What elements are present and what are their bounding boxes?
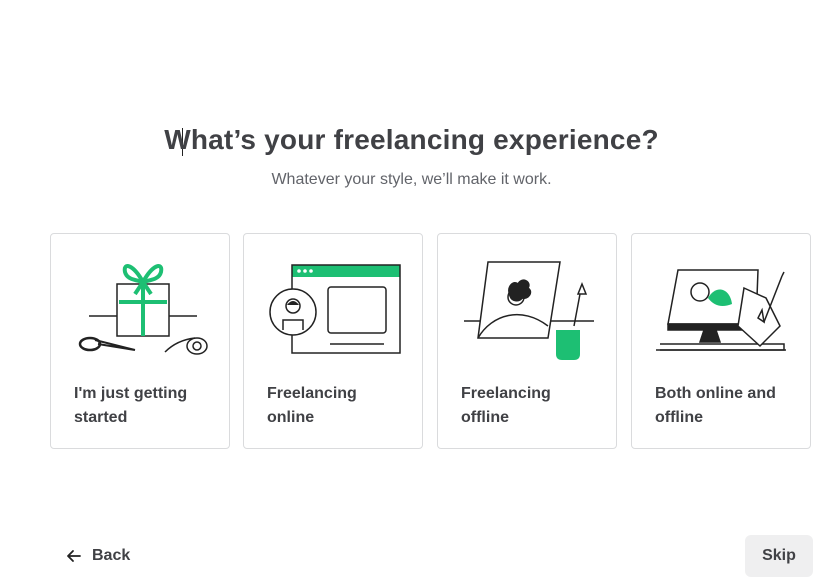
skip-button[interactable]: Skip <box>745 535 813 577</box>
page-subtitle: Whatever your style, we’ll make it work. <box>271 171 552 188</box>
option-label: Freelancing online <box>267 385 357 426</box>
online-profile-icon <box>269 264 401 354</box>
easel-painting-icon <box>464 261 594 360</box>
back-button[interactable]: Back <box>66 544 130 568</box>
option-label: Both online and offline <box>655 385 776 426</box>
option-card-getting-started[interactable]: I'm just getting started <box>50 233 230 449</box>
option-label: I'm just getting started <box>74 385 188 426</box>
arrow-left-icon <box>67 550 81 562</box>
back-label: Back <box>92 547 131 564</box>
monitor-and-sketch-icon <box>656 269 786 351</box>
page-title: What’s your freelancing experience? <box>164 124 659 155</box>
option-label: Freelancing offline <box>461 385 551 426</box>
gift-icon <box>78 264 208 355</box>
option-card-offline[interactable]: Freelancing offline <box>437 233 617 449</box>
skip-label: Skip <box>762 547 796 564</box>
option-card-both[interactable]: Both online and offline <box>631 233 811 449</box>
option-card-online[interactable]: Freelancing online <box>243 233 423 449</box>
